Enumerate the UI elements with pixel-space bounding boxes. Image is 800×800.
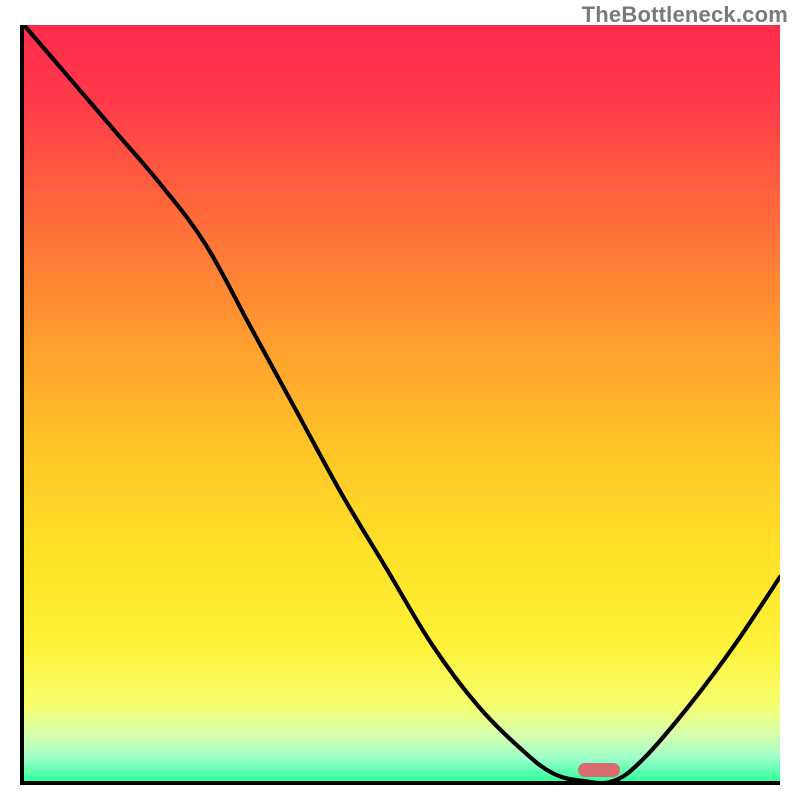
chart-stage: TheBottleneck.com [0, 0, 800, 800]
bottleneck-curve [24, 25, 780, 781]
curve-layer [24, 25, 780, 781]
plot-area [20, 25, 780, 785]
optimal-marker [578, 763, 620, 777]
